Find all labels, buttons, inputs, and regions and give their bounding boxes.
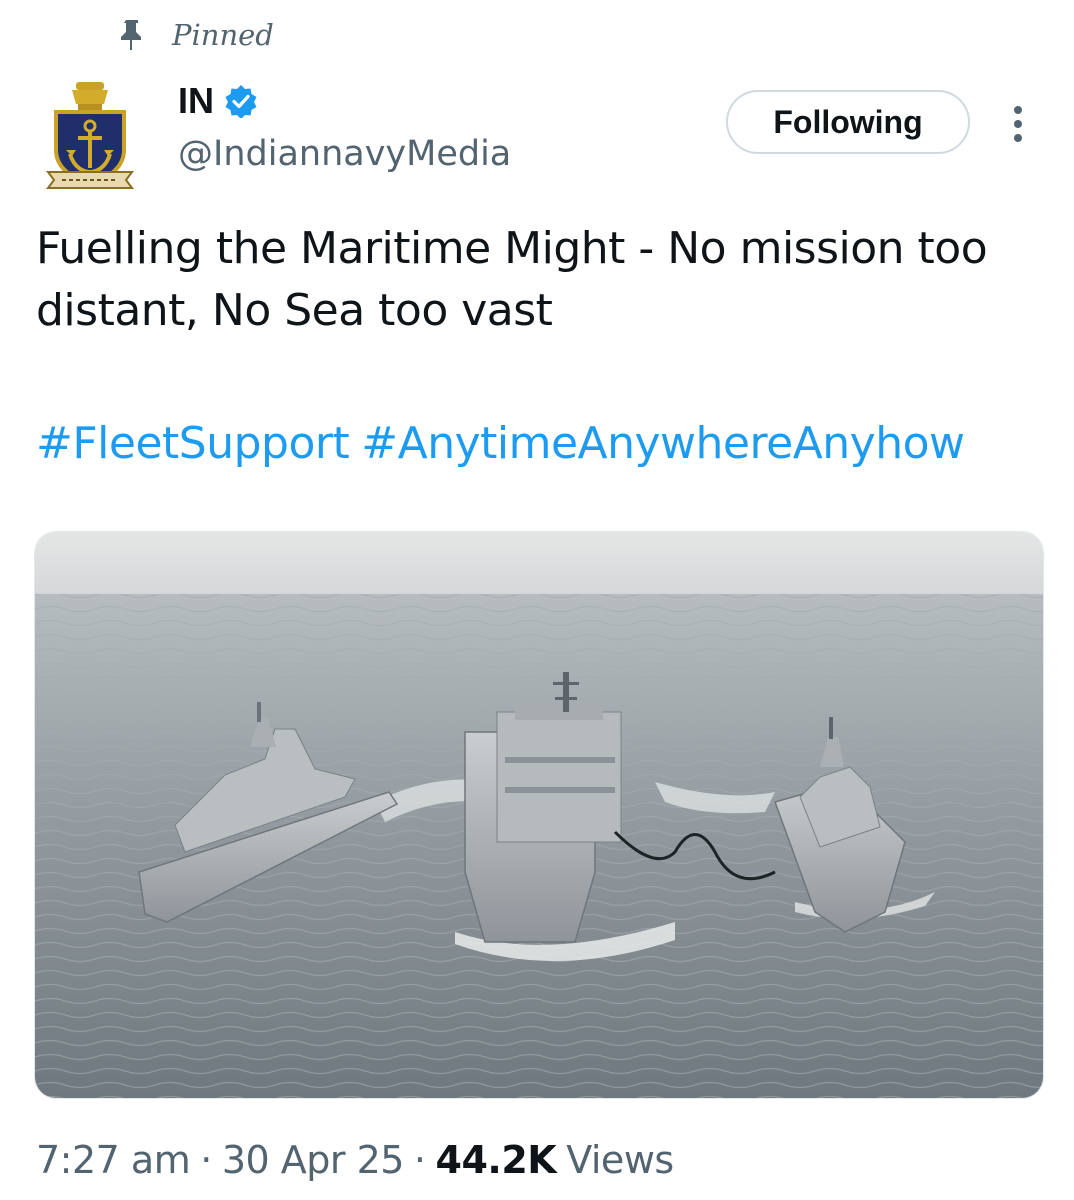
- tweet-detail: Pinned IN @IndiannavyMedia Following Fue…: [0, 0, 1074, 1200]
- author-display-name[interactable]: IN: [178, 80, 214, 122]
- hashtag-link[interactable]: #AnytimeAnywhereAnyhow: [361, 418, 965, 469]
- tweet-text: Fuelling the Maritime Might - No mission…: [36, 223, 988, 336]
- following-button[interactable]: Following: [726, 90, 970, 154]
- tweet-time[interactable]: 7:27 am: [36, 1138, 191, 1182]
- indian-navy-crest-icon: [46, 82, 134, 189]
- avatar[interactable]: [40, 80, 140, 192]
- verified-badge-icon: [225, 85, 257, 118]
- more-vertical-icon[interactable]: [1006, 104, 1030, 144]
- tweet-date[interactable]: 30 Apr 25: [222, 1138, 405, 1182]
- pinned-label: Pinned: [172, 18, 274, 52]
- author-handle[interactable]: @IndiannavyMedia: [178, 134, 511, 174]
- hashtag-row: #FleetSupport #AnytimeAnywhereAnyhow: [36, 418, 965, 469]
- meta-separator: ·: [200, 1138, 212, 1182]
- tweet-media[interactable]: [34, 531, 1044, 1099]
- pinned-indicator: Pinned: [118, 18, 274, 52]
- views-count: 44.2K: [435, 1138, 557, 1182]
- tweet-meta: 7:27 am · 30 Apr 25 · 44.2K Views: [36, 1138, 674, 1182]
- author-name-row[interactable]: IN: [178, 80, 258, 122]
- hashtag-link[interactable]: #FleetSupport: [36, 418, 350, 469]
- three-warships-refuelling-at-sea-image: [35, 532, 1043, 1098]
- views-label: Views: [566, 1138, 674, 1182]
- meta-separator: ·: [413, 1138, 426, 1182]
- pin-icon: [121, 20, 141, 50]
